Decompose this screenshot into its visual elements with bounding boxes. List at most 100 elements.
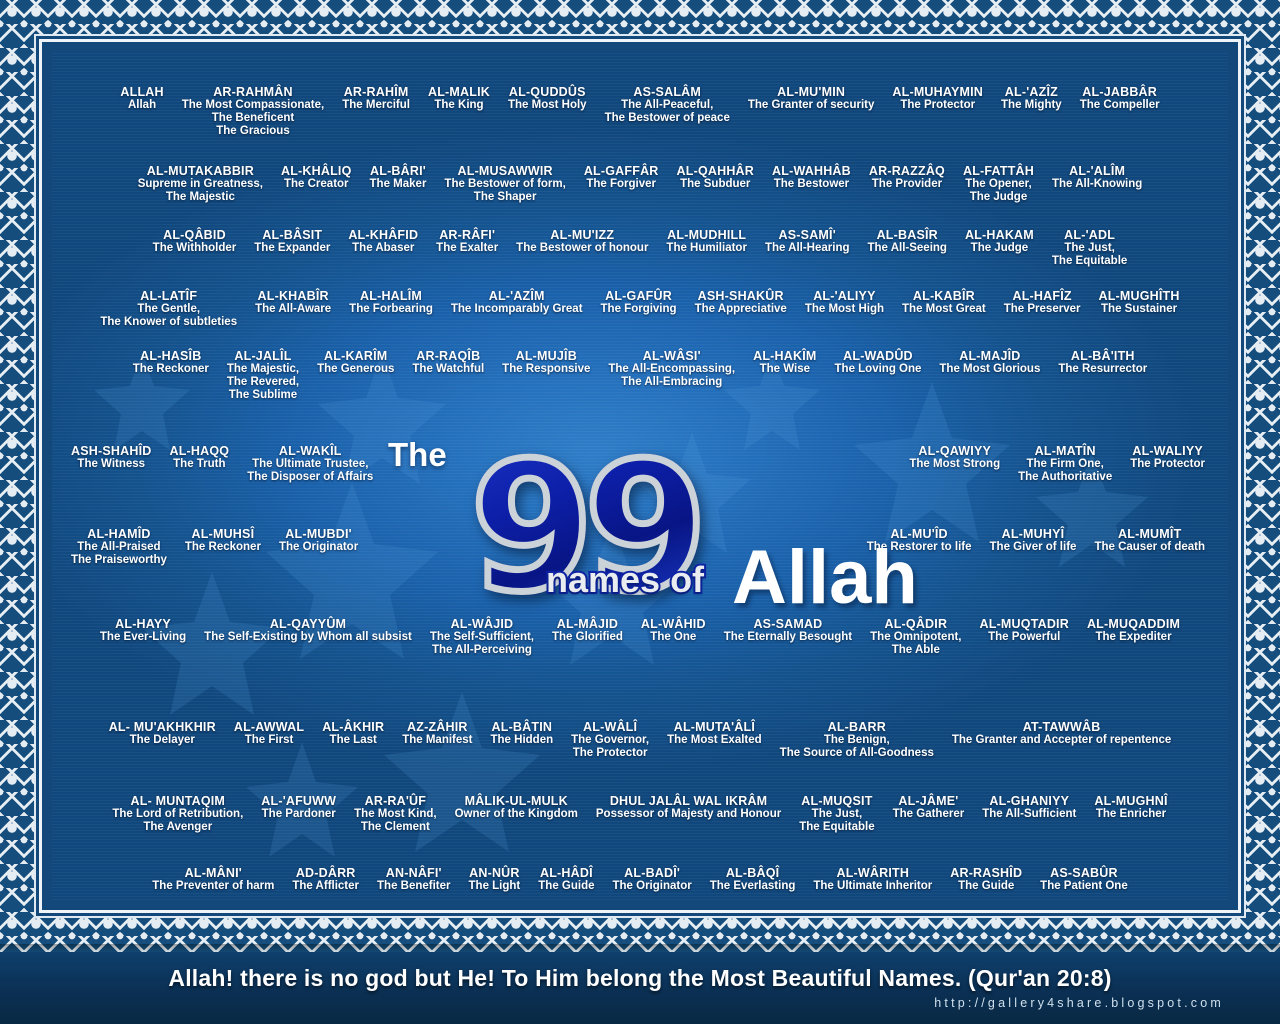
divine-name-transliteration: AL-WAHHÂB: [772, 164, 851, 178]
divine-name-meaning-line: The Shaper: [473, 190, 537, 203]
divine-name-transliteration: AZ-ZÂHIR: [407, 720, 468, 734]
divine-name: AL-MALIK The King: [419, 85, 499, 112]
divine-name-transliteration: AL-WÂLÎ: [583, 720, 638, 734]
divine-name: AL-MUTAKABBIR Supreme in Greatness, The Ma…: [129, 164, 272, 204]
divine-name-meaning-line: The Incomparably Great: [450, 303, 583, 315]
divine-name-transliteration: AL-MUTA'ÂLÎ: [673, 720, 756, 734]
divine-name-meaning-line: The Reckoner: [184, 541, 261, 553]
names-row: AL-HASÎB The Reckoner AL-JALÎL The Majestic…: [52, 349, 1228, 402]
divine-name-transliteration: AL-MUQTADIR: [979, 617, 1069, 631]
divine-name-transliteration: AL-WAKÎL: [278, 444, 342, 458]
divine-name-meaning-line: The All-Knowing: [1051, 178, 1143, 190]
divine-name-meaning-line: The Compeller: [1079, 99, 1160, 111]
divine-name-transliteration: AL-BÂ'ITH: [1070, 349, 1135, 363]
divine-name-meaning-line: The Eternally Besought: [723, 631, 853, 643]
divine-name: AL-ÂKHIR The Last: [313, 720, 393, 747]
divine-name-meaning: The Giver of life: [990, 541, 1077, 554]
divine-name-meaning-line: The All-Sufficient: [982, 808, 1077, 820]
divine-name: AL-MUJÎB The Responsive: [493, 349, 599, 376]
divine-name: AL-MU'ÎD The Restorer to life: [858, 527, 981, 554]
footer-bar: Allah! there is no god but He! To Him be…: [0, 952, 1280, 1024]
divine-name-meaning-line: The Beneficent: [211, 111, 295, 124]
divine-name: AL-QAWIYY The Most Strong: [900, 444, 1009, 471]
divine-name-transliteration: AL-WÂSI': [642, 349, 701, 363]
divine-name-meaning-line: The Granter and Accepter of repentence: [951, 734, 1172, 746]
divine-name-meaning: The Forgiving: [601, 303, 677, 316]
divine-name-meaning: The Most Exalted: [667, 734, 762, 747]
divine-name-meaning: The Ultimate Inheritor: [813, 880, 932, 893]
names-row: AL- MUNTAQIM The Lord of Retribution, The …: [52, 794, 1228, 834]
divine-name-meaning: The Gatherer: [893, 808, 965, 821]
divine-name-meaning: The Compeller: [1080, 99, 1160, 112]
divine-name-meaning: The Benefiter: [377, 880, 451, 893]
divine-name-meaning-line: The Merciful: [342, 99, 410, 111]
divine-name-meaning-line: The Just,: [811, 808, 863, 820]
divine-name-transliteration: AS-SAMAD: [753, 617, 823, 631]
divine-name: AN-NÂFI' The Benefiter: [368, 866, 460, 893]
divine-name: AL-MATÎN The Firm One, The Authoritative: [1009, 444, 1121, 484]
divine-name-meaning: The Eternally Besought: [724, 631, 852, 644]
divine-name-transliteration: AN-NÂFI': [385, 866, 442, 880]
divine-name-transliteration: AL-MUQSIT: [801, 794, 873, 808]
divine-name-meaning: The Expander: [254, 242, 330, 255]
divine-name-meaning-line: The Most Strong: [909, 458, 1001, 470]
divine-name-meaning-line: The Authoritative: [1018, 470, 1113, 483]
divine-name-transliteration: AL-'AZÎZ: [1004, 85, 1058, 99]
divine-name-transliteration: AL-'AFUWW: [261, 794, 337, 808]
divine-name-meaning-line: The Causer of death: [1094, 541, 1205, 553]
divine-name: AL-WÂSI' The All-Encompassing, The All-Emb…: [599, 349, 744, 389]
divine-name: AL-GAFFÂR The Forgiver: [575, 164, 668, 191]
divine-name: AL-HAQQ The Truth: [160, 444, 238, 471]
divine-name: AL-MAJÎD The Most Glorious: [930, 349, 1049, 376]
divine-name-meaning: The Most Strong: [909, 458, 1000, 471]
divine-name-meaning-line: The Loving One: [834, 363, 922, 375]
divine-name-meaning-line: The Most High: [804, 303, 885, 315]
divine-name: AL-QÂBID The Withholder: [144, 228, 246, 255]
divine-name-meaning: The Omnipotent, The Able: [870, 631, 961, 657]
divine-name-transliteration: AL-KHÂFID: [348, 228, 419, 242]
divine-name-transliteration: AL-'ALÎM: [1069, 164, 1126, 178]
divine-name: AL-'AZÎZ The Mighty: [992, 85, 1071, 112]
divine-name-meaning: The Firm One, The Authoritative: [1018, 458, 1112, 484]
divine-name-transliteration: AL-MU'IZZ: [550, 228, 615, 242]
divine-name-transliteration: AL-MUQADDIM: [1086, 617, 1181, 631]
divine-name-meaning-line: The All-Encompassing,: [608, 363, 736, 375]
divine-name-meaning-line: The Forgiver: [586, 178, 656, 190]
divine-name-meaning-line: The Omnipotent,: [870, 631, 962, 643]
divine-name-meaning: The Opener, The Judge: [963, 178, 1034, 204]
divine-name-meaning-line: The Benign,: [823, 734, 890, 746]
divine-name-meaning: The Subduer: [677, 178, 754, 191]
divine-name-meaning-line: The Originator: [612, 880, 692, 892]
divine-name: AL-MU'IZZ The Bestower of honour: [507, 228, 657, 255]
divine-name-meaning-line: The First: [244, 734, 294, 746]
divine-name-transliteration: AL-WALIYY: [1132, 444, 1203, 458]
divine-name: DHUL JALÂL WAL IKRÂM Possessor of Majesty…: [587, 794, 790, 821]
divine-name-meaning-line: The Governor,: [571, 734, 650, 746]
divine-name-transliteration: AL-'AZÎM: [488, 289, 545, 303]
poster-99-names-of-allah: ALLAH Allah AR-RAHMÂN The Most Compassionat…: [0, 0, 1280, 1024]
divine-name-meaning-line: The Guide: [958, 880, 1015, 892]
divine-name-transliteration: MÂLIK-UL-MULK: [464, 794, 568, 808]
divine-name-transliteration: AL-BÂSIT: [262, 228, 323, 242]
divine-name-transliteration: AL-HAKÎM: [753, 349, 817, 363]
divine-name: AL-WÂHID The One: [632, 617, 715, 644]
divine-name-meaning: The Majestic, The Revered, The Sublime: [227, 363, 299, 402]
divine-name-meaning-line: The Everlasting: [709, 880, 796, 892]
divine-name-meaning: The All-Praised The Praiseworthy: [71, 541, 167, 567]
divine-name-transliteration: AL-GAFÛR: [605, 289, 672, 303]
divine-name-meaning-line: Allah: [127, 99, 157, 111]
divine-name-transliteration: AL-MUHSÎ: [191, 527, 255, 541]
divine-name-meaning-line: The All-Perceiving: [431, 643, 532, 656]
divine-name-meaning: The Light: [469, 880, 521, 893]
divine-name-transliteration: DHUL JALÂL WAL IKRÂM: [609, 794, 768, 808]
divine-name-meaning-line: The Ultimate Inheritor: [813, 880, 933, 892]
divine-name-meaning-line: The Lord of Retribution,: [112, 808, 244, 820]
divine-name-meaning: The Patient One: [1040, 880, 1128, 893]
divine-name-transliteration: AL-MAJÎD: [959, 349, 1021, 363]
divine-name-meaning: The Granter of security: [748, 99, 875, 112]
divine-name-meaning: The Self-Existing by Whom all subsist: [204, 631, 412, 644]
divine-name-meaning-line: The Most Exalted: [667, 734, 762, 746]
divine-name-transliteration: AL-GHANIYY: [989, 794, 1070, 808]
divine-name: AL-MUSAWWIR The Bestower of form, The Shap…: [435, 164, 574, 204]
divine-name: AL-WAHHÂB The Bestower: [763, 164, 860, 191]
